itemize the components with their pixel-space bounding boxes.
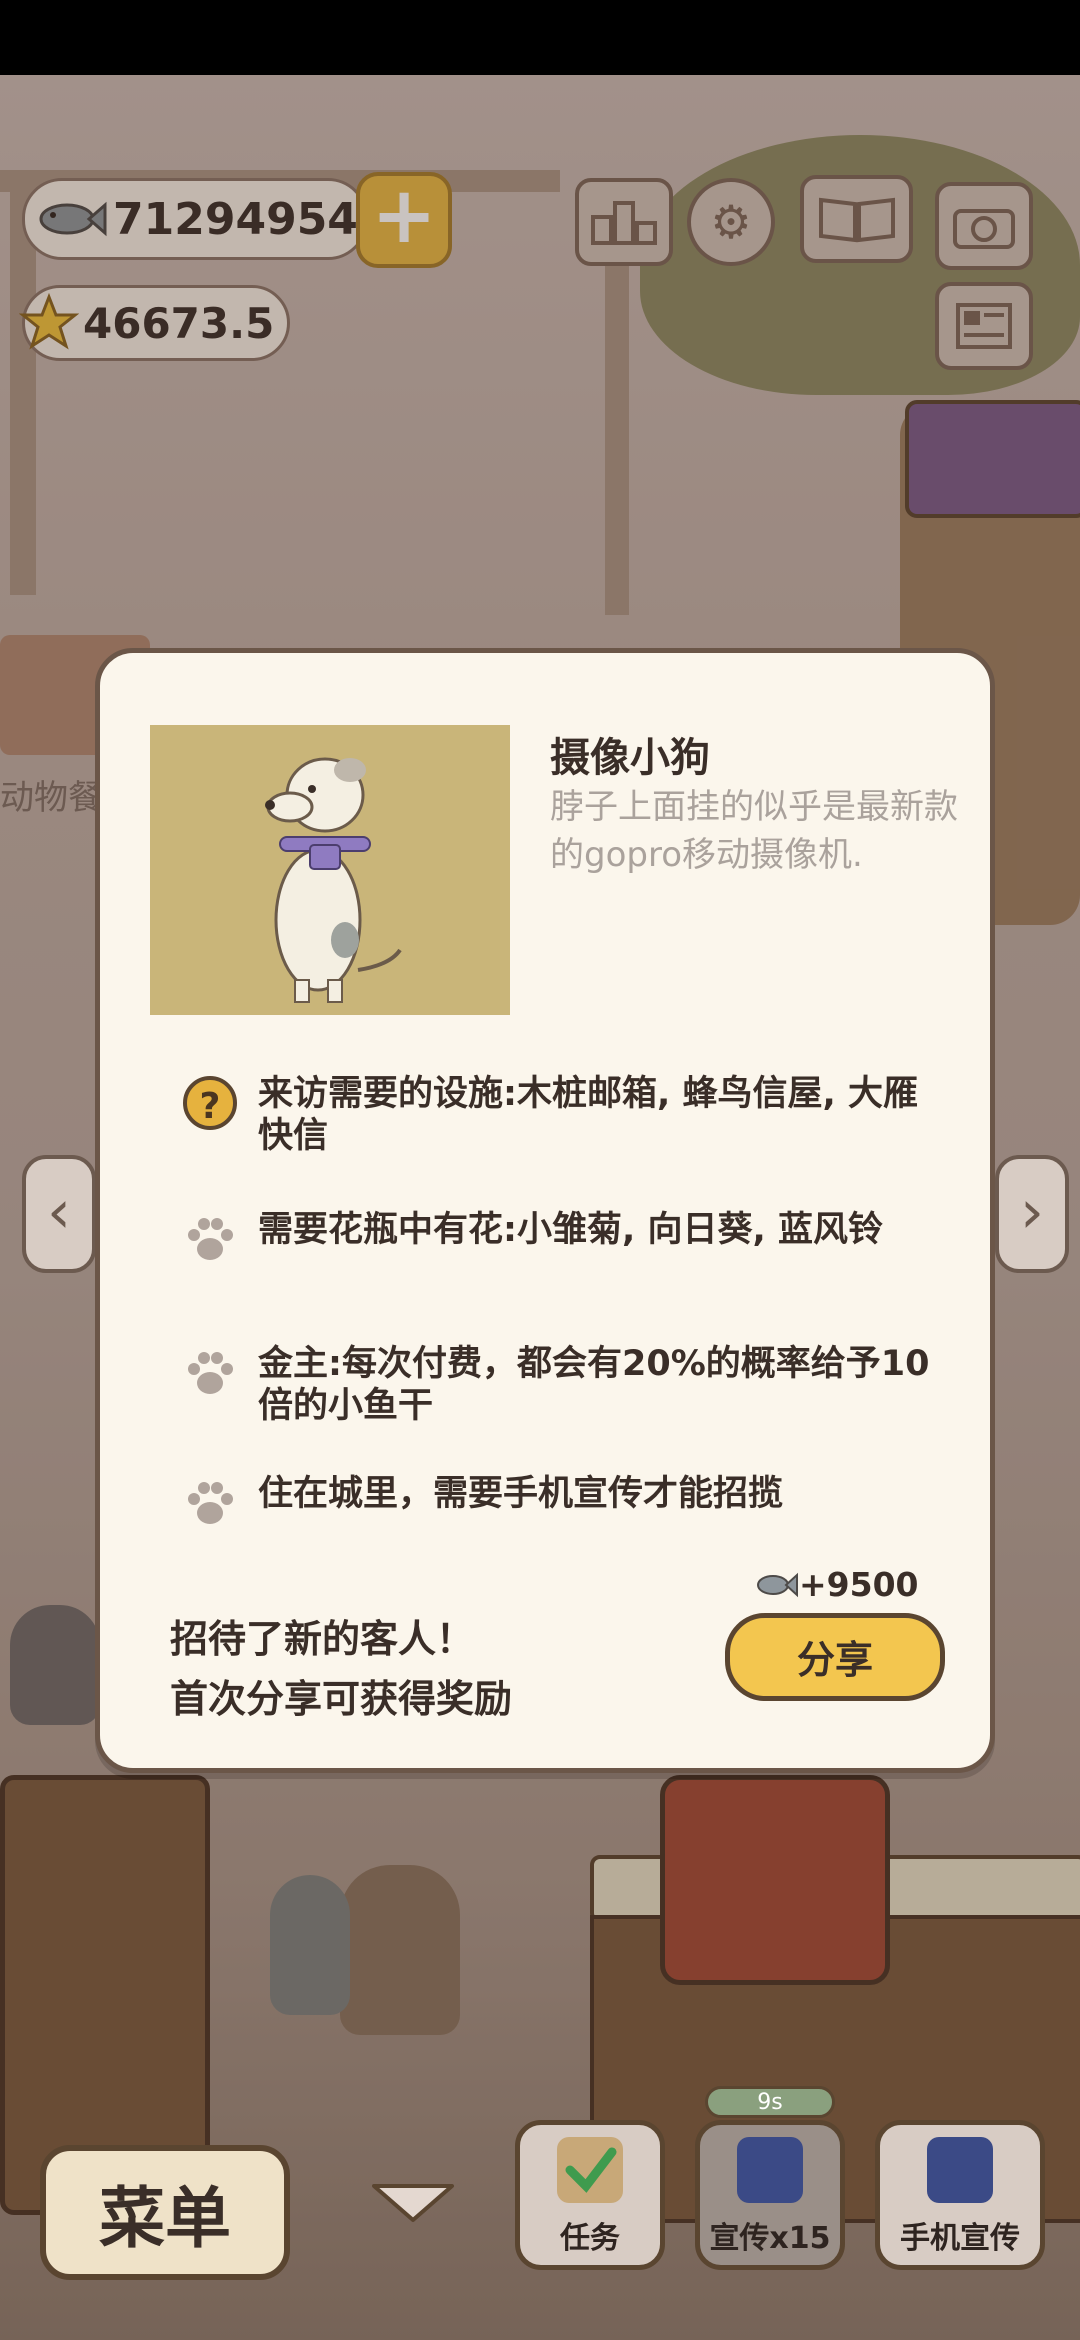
requirement-item: ? 来访需要的设施:木桩邮箱, 蜂鸟信屋, 大雁快信	[180, 1073, 940, 1157]
character-description: 脖子上面挂的似乎是最新款的gopro移动摄像机.	[550, 787, 958, 875]
menu-button[interactable]: 菜单	[40, 2145, 290, 2280]
share-reward: +9500	[755, 1565, 919, 1604]
requirement-text: 金主:每次付费，都会有20%的概率给予10倍的小鱼干	[258, 1344, 930, 1426]
previous-arrow-icon[interactable]: ‹	[22, 1155, 96, 1273]
requirement-text: 需要花瓶中有花:小雏菊, 向日葵, 蓝风铃	[258, 1210, 883, 1250]
next-arrow-icon[interactable]: ›	[995, 1155, 1069, 1273]
phone-promo-button[interactable]: 手机宣传	[875, 2120, 1045, 2270]
phone-promo-label: 手机宣传	[900, 2221, 1020, 2256]
paw-icon	[188, 1482, 233, 1524]
fish-icon	[757, 1572, 798, 1597]
paw-icon	[188, 1218, 233, 1260]
chevron-down-icon[interactable]	[368, 2178, 458, 2228]
status-bar	[0, 0, 1080, 75]
character-portrait	[150, 725, 510, 1015]
phone-app-icon	[927, 2137, 993, 2203]
guest-info-dialog: 摄像小狗 脖子上面挂的似乎是最新款的gopro移动摄像机. ? 来访需要的设施:…	[95, 648, 995, 1773]
task-label: 任务	[560, 2221, 620, 2256]
share-reward-hint: 首次分享可获得奖励	[170, 1677, 513, 1721]
paw-icon	[188, 1352, 233, 1394]
promo-button[interactable]: 宣传x15	[695, 2120, 845, 2270]
checklist-icon	[557, 2137, 623, 2203]
camera-dog-image	[265, 757, 402, 1003]
phone-app-icon	[737, 2137, 803, 2203]
character-name: 摄像小狗	[550, 735, 710, 781]
promo-label: 宣传x15	[709, 2221, 831, 2256]
reward-amount: +9500	[799, 1565, 919, 1604]
requirement-item: 住在城里，需要手机宣传才能招揽	[180, 1473, 940, 1533]
requirement-item: 金主:每次付费，都会有20%的概率给予10倍的小鱼干	[180, 1343, 940, 1427]
promo-timer: 9s	[705, 2086, 835, 2118]
requirement-item: 需要花瓶中有花:小雏菊, 向日葵, 蓝风铃	[180, 1209, 940, 1269]
question-icon: ?	[183, 1076, 237, 1130]
requirement-text: 来访需要的设施:木桩邮箱, 蜂鸟信屋, 大雁快信	[258, 1074, 918, 1156]
task-button[interactable]: 任务	[515, 2120, 665, 2270]
requirement-text: 住在城里，需要手机宣传才能招揽	[258, 1474, 784, 1514]
new-guest-title: 招待了新的客人！	[170, 1617, 475, 1661]
share-button[interactable]: 分享	[725, 1613, 945, 1701]
